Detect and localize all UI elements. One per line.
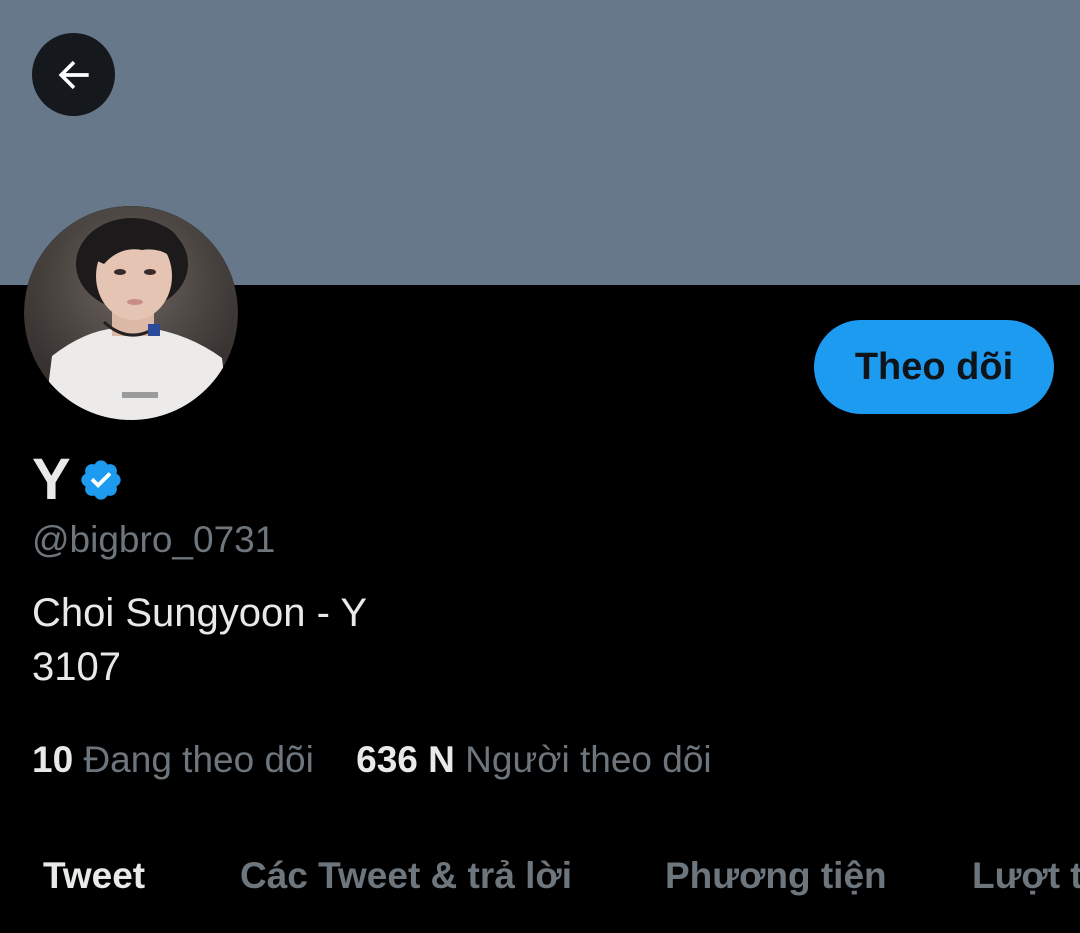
- following-stat[interactable]: 10 Đang theo dõi: [32, 737, 314, 783]
- tab-tweets-and-replies[interactable]: Các Tweet & trả lời: [240, 848, 572, 904]
- arrow-left-icon: [58, 60, 89, 89]
- followers-count: 636 N: [356, 739, 455, 780]
- tab-likes[interactable]: Lượt thích: [972, 848, 1080, 904]
- bio-line: Choi Sungyoon - Y: [32, 591, 368, 635]
- profile-stats: 10 Đang theo dõi 636 N Người theo dõi: [32, 737, 712, 783]
- display-name: Y: [32, 447, 71, 512]
- profile-bio: Choi Sungyoon - Y 3107: [32, 586, 367, 694]
- tab-tweets[interactable]: Tweet: [43, 848, 145, 904]
- avatar-photo: [24, 206, 238, 420]
- user-handle: @bigbro_0731: [32, 519, 276, 560]
- bio-line: 3107: [32, 645, 121, 689]
- tab-media[interactable]: Phương tiện: [665, 848, 887, 904]
- verified-badge-icon: [81, 460, 121, 500]
- follow-button[interactable]: Theo dõi: [814, 320, 1054, 414]
- followers-stat[interactable]: 636 N Người theo dõi: [356, 737, 712, 783]
- back-button[interactable]: [32, 33, 115, 116]
- avatar[interactable]: [24, 206, 238, 420]
- profile-tabs: Tweet Các Tweet & trả lời Phương tiện Lư…: [0, 848, 1080, 908]
- following-label: Đang theo dõi: [83, 739, 314, 780]
- following-count: 10: [32, 739, 74, 780]
- followers-label: Người theo dõi: [465, 739, 712, 780]
